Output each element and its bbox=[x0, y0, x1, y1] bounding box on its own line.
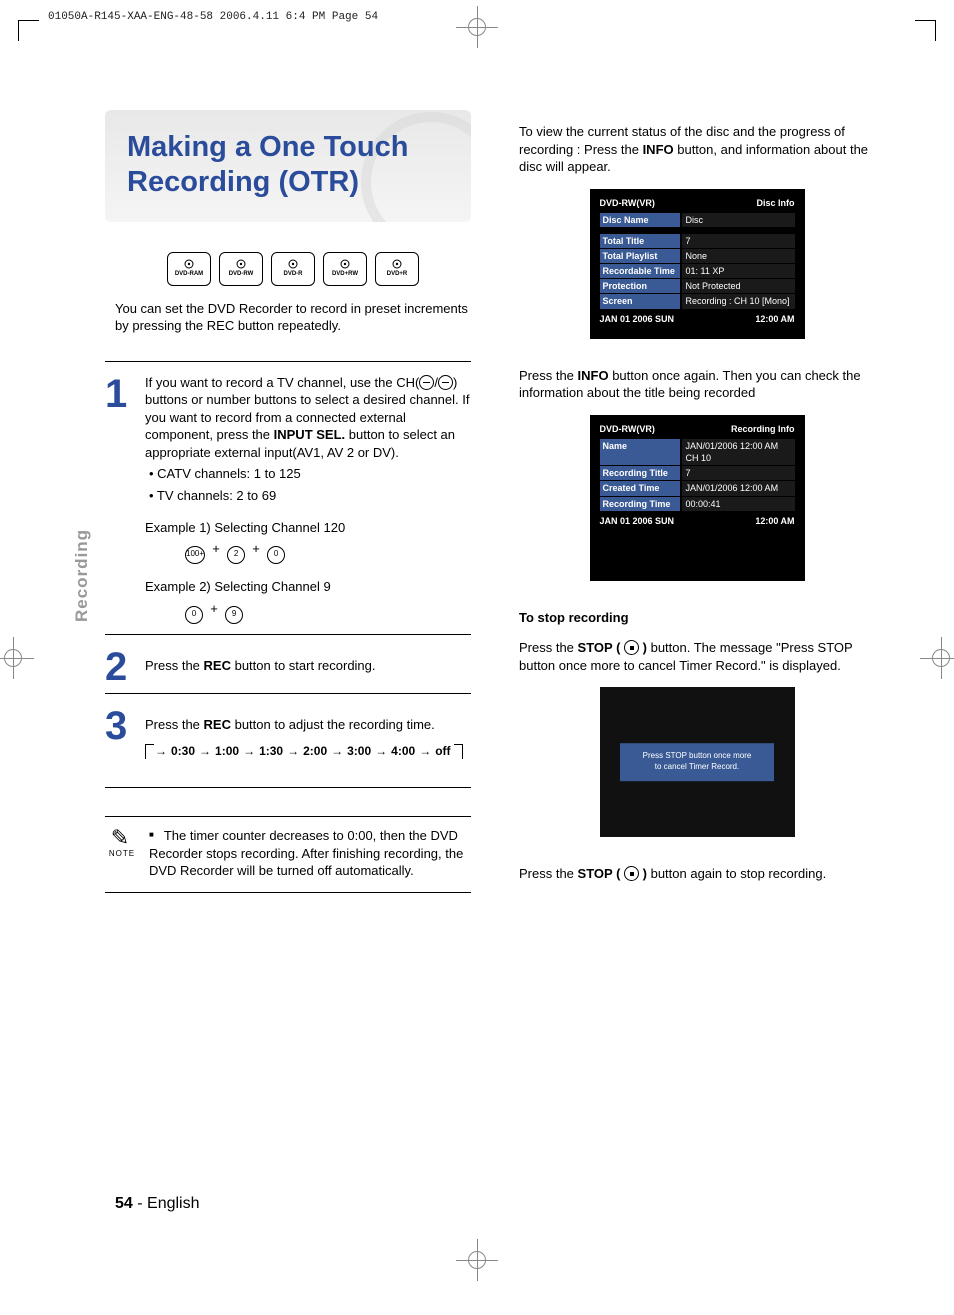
example-2: Example 2) Selecting Channel 9 0 + 9 bbox=[145, 578, 471, 624]
step-1: 1 If you want to record a TV channel, us… bbox=[105, 361, 471, 624]
step-3: 3 Press the REC button to adjust the rec… bbox=[105, 693, 471, 776]
osd-stop-message: Press STOP button once more to cancel Ti… bbox=[600, 687, 795, 837]
rec-label-2: REC bbox=[204, 658, 231, 673]
note-text: The timer counter decreases to 0:00, the… bbox=[149, 828, 463, 878]
info-label-1: INFO bbox=[643, 142, 674, 157]
input-sel-label: INPUT SEL. bbox=[274, 427, 346, 442]
note-icon: ✎ bbox=[105, 827, 135, 849]
section-sidecap: Recording bbox=[71, 529, 94, 622]
badge-dvd-rw: DVD-RW bbox=[219, 252, 263, 286]
digit-0-icon: 0 bbox=[267, 546, 285, 564]
catv-range: • CATV channels: 1 to 125 bbox=[149, 465, 471, 483]
step3-post: button to adjust the recording time. bbox=[231, 717, 435, 732]
page-title: Making a One Touch Recording (OTR) bbox=[127, 130, 449, 200]
print-header: 01050A-R145-XAA-ENG-48-58 2006.4.11 6:4 … bbox=[48, 10, 378, 25]
digit-0b-icon: 0 bbox=[185, 606, 203, 624]
step-number-1: 1 bbox=[105, 378, 131, 624]
step-2: 2 Press the REC button to start recordin… bbox=[105, 634, 471, 683]
intro-text: You can set the DVD Recorder to record i… bbox=[115, 300, 471, 335]
crop-mark-tr bbox=[915, 20, 936, 41]
osd-disc-info: DVD-RW(VR)Disc Info Disc NameDisc Total … bbox=[590, 189, 805, 339]
step2-pre: Press the bbox=[145, 658, 204, 673]
info-label-2: INFO bbox=[578, 368, 609, 383]
page-footer: 54 - English bbox=[115, 1193, 200, 1215]
registration-mark-left bbox=[0, 643, 28, 673]
note-bullet: ■ bbox=[149, 830, 154, 839]
stop-heading: To stop recording bbox=[519, 609, 875, 627]
title-box: Making a One Touch Recording (OTR) bbox=[105, 110, 471, 222]
badge-dvd-ram: DVD-RAM bbox=[167, 252, 211, 286]
crop-mark-tl bbox=[18, 20, 39, 41]
time-chain: →0:30→1:00→1:30→2:00→3:00→4:00→off bbox=[145, 743, 471, 759]
step3-pre: Press the bbox=[145, 717, 204, 732]
right-p2: Press the INFO button once again. Then y… bbox=[519, 367, 875, 402]
hundred-plus-icon: 100+ bbox=[185, 546, 205, 564]
digit-9-icon: 9 bbox=[225, 606, 243, 624]
ch-up-icon bbox=[419, 375, 434, 390]
note-label: NOTE bbox=[105, 849, 139, 860]
badge-dvd-r: DVD-R bbox=[271, 252, 315, 286]
stop-icon-2 bbox=[624, 866, 639, 881]
step1-text-a: If you want to record a TV channel, use … bbox=[145, 375, 419, 390]
example-1: Example 1) Selecting Channel 120 100+ + … bbox=[145, 519, 471, 565]
step2-post: button to start recording. bbox=[231, 658, 376, 673]
stop-p1: Press the STOP ( ) button. The message "… bbox=[519, 639, 875, 674]
ch-down-icon bbox=[438, 375, 453, 390]
badge-dvd-plus-r: DVD+R bbox=[375, 252, 419, 286]
left-column: Making a One Touch Recording (OTR) DVD-R… bbox=[115, 110, 471, 896]
stop-p2: Press the STOP ( ) button again to stop … bbox=[519, 865, 875, 883]
step-number-3: 3 bbox=[105, 710, 131, 776]
digit-2-icon: 2 bbox=[227, 546, 245, 564]
disc-badges: DVD-RAM DVD-RW DVD-R DVD+RW DVD+R bbox=[115, 252, 471, 286]
registration-mark-right bbox=[926, 643, 954, 673]
right-column: To view the current status of the disc a… bbox=[519, 110, 875, 896]
osd-recording-info: DVD-RW(VR)Recording Info NameJAN/01/2006… bbox=[590, 415, 805, 581]
rec-label-3: REC bbox=[204, 717, 231, 732]
registration-mark-top bbox=[462, 12, 492, 42]
stop-icon bbox=[624, 640, 639, 655]
right-p1: To view the current status of the disc a… bbox=[519, 123, 875, 176]
registration-mark-bottom bbox=[462, 1245, 492, 1275]
badge-dvd-plus-rw: DVD+RW bbox=[323, 252, 367, 286]
tv-range: • TV channels: 2 to 69 bbox=[149, 487, 471, 505]
note-block: ✎ NOTE ■The timer counter decreases to 0… bbox=[105, 816, 471, 893]
step-number-2: 2 bbox=[105, 651, 131, 683]
